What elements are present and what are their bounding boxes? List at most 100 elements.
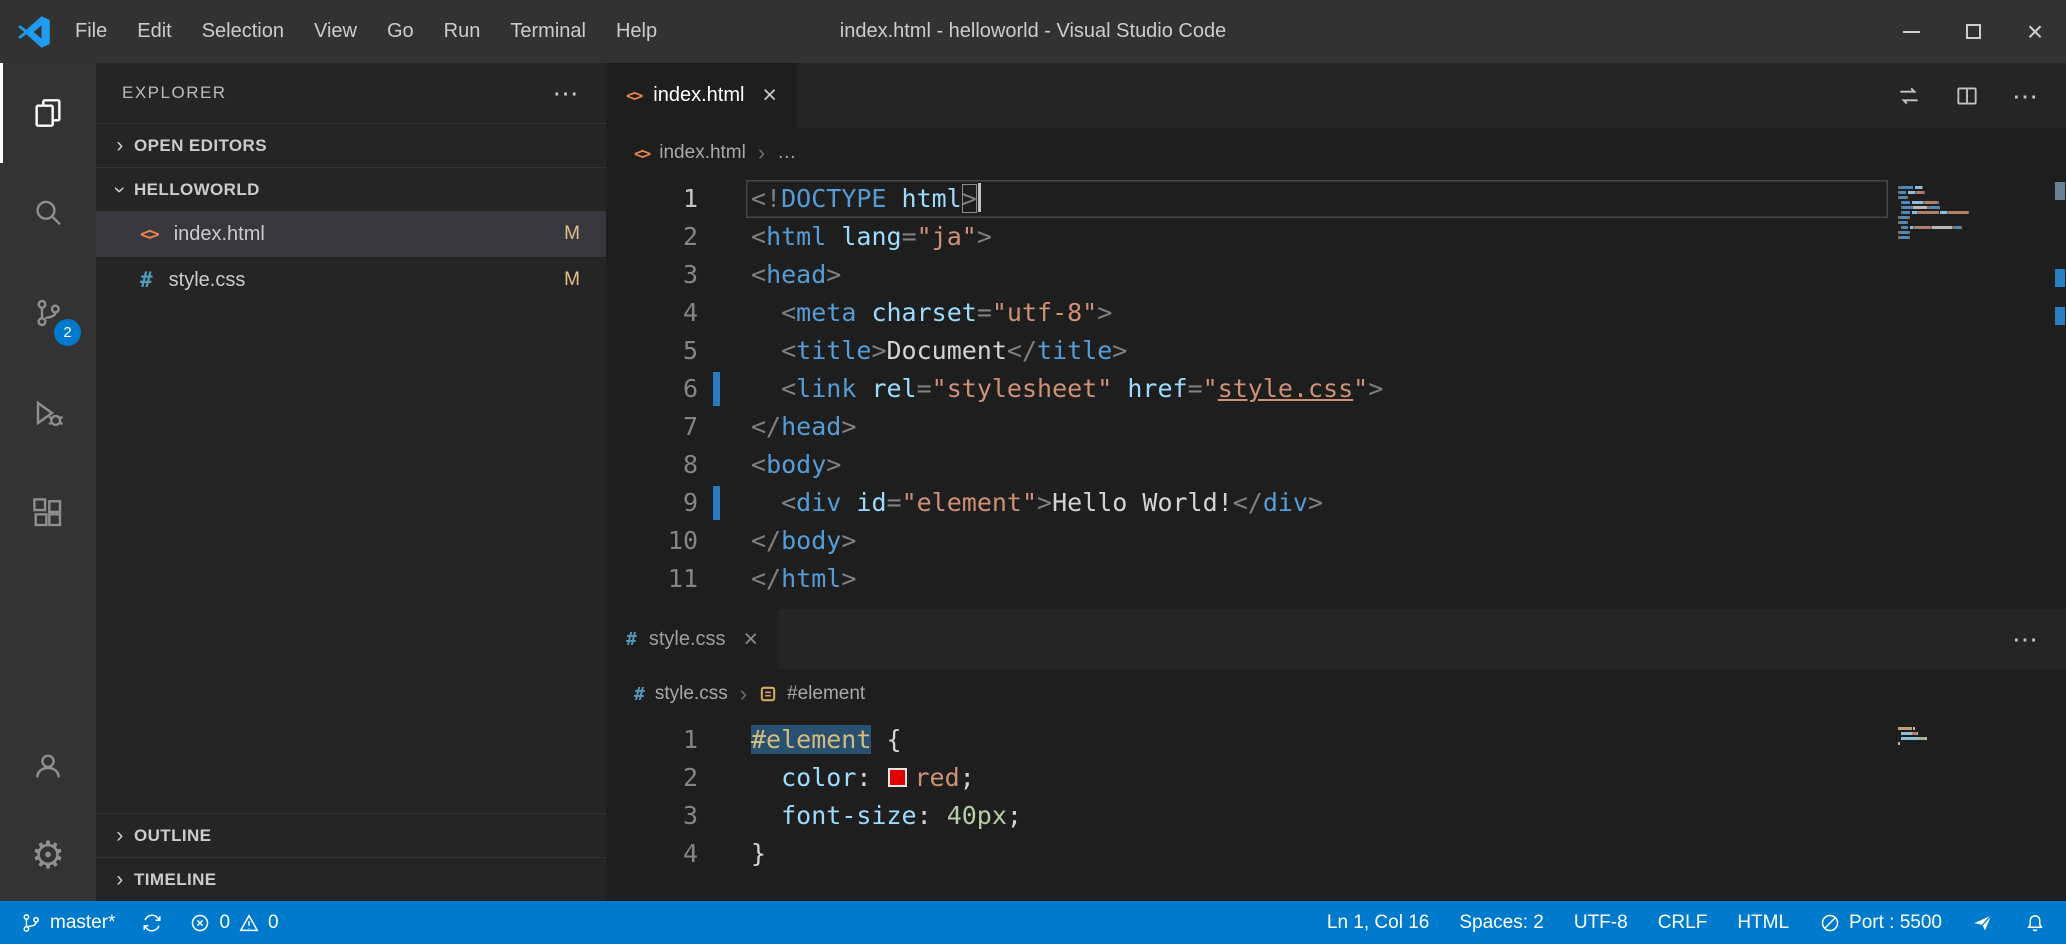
git-modified-badge: M bbox=[564, 223, 580, 245]
activity-settings[interactable]: ⚙ bbox=[0, 811, 96, 901]
breadcrumb-file[interactable]: style.css bbox=[655, 683, 728, 705]
maximize-icon bbox=[1966, 24, 1981, 39]
cursor-position[interactable]: Ln 1, Col 16 bbox=[1327, 912, 1429, 934]
code-line[interactable]: 4} bbox=[606, 835, 2066, 873]
editor-area: <> index.html × ⋯ <> bbox=[606, 63, 2066, 901]
menu-view[interactable]: View bbox=[299, 0, 372, 63]
feedback-button[interactable] bbox=[1972, 912, 1994, 934]
more-actions-icon[interactable]: ⋯ bbox=[2012, 83, 2038, 109]
code-line[interactable]: 9 <div id="element">Hello World!</div> bbox=[606, 484, 2066, 522]
activity-search[interactable] bbox=[0, 163, 96, 263]
color-swatch bbox=[888, 768, 907, 787]
breadcrumb-tail[interactable]: … bbox=[777, 142, 796, 164]
editor-actions: ⋯ bbox=[1896, 63, 2066, 128]
code-editor-html[interactable]: 1<!DOCTYPE html>2<html lang="ja">3<head>… bbox=[606, 178, 2066, 609]
window-controls: × bbox=[1880, 0, 2066, 63]
folder-section[interactable]: HELLOWORLD bbox=[96, 167, 606, 211]
error-count: 0 bbox=[219, 912, 230, 934]
indentation-indicator[interactable]: Spaces: 2 bbox=[1459, 912, 1544, 934]
branch-name: master* bbox=[50, 912, 115, 934]
problems-indicator[interactable]: 0 0 bbox=[189, 912, 278, 934]
code-line[interactable]: 7</head> bbox=[606, 408, 2066, 446]
activity-explorer[interactable] bbox=[0, 63, 96, 163]
outline-section[interactable]: OUTLINE bbox=[96, 813, 606, 857]
code-lines[interactable]: 1<!DOCTYPE html>2<html lang="ja">3<head>… bbox=[606, 178, 2066, 598]
branch-indicator[interactable]: master* bbox=[20, 912, 115, 934]
split-editor-icon[interactable] bbox=[1954, 83, 1980, 109]
close-icon: × bbox=[2027, 16, 2043, 48]
tab-bar: # style.css × ⋯ bbox=[606, 609, 2066, 669]
menu-edit[interactable]: Edit bbox=[122, 0, 186, 63]
code-lines[interactable]: 1#element {2 color: red;3 font-size: 40p… bbox=[606, 719, 2066, 873]
html-file-icon: <> bbox=[634, 144, 649, 163]
activity-extensions[interactable] bbox=[0, 463, 96, 563]
code-line[interactable]: 5 <title>Document</title> bbox=[606, 332, 2066, 370]
menu-bar: File Edit Selection View Go Run Terminal… bbox=[60, 0, 672, 63]
code-line[interactable]: 1#element { bbox=[606, 721, 2066, 759]
tab-index-html[interactable]: <> index.html × bbox=[606, 63, 797, 128]
open-editors-section[interactable]: OPEN EDITORS bbox=[96, 123, 606, 167]
minimap[interactable] bbox=[1898, 186, 2048, 241]
explorer-more-actions-icon[interactable]: ⋯ bbox=[553, 78, 581, 109]
tab-close-icon[interactable]: × bbox=[744, 627, 759, 652]
menu-terminal[interactable]: Terminal bbox=[495, 0, 601, 63]
tab-close-icon[interactable]: × bbox=[762, 83, 777, 108]
close-button[interactable]: × bbox=[2004, 0, 2066, 63]
eol-indicator[interactable]: CRLF bbox=[1658, 912, 1708, 934]
tab-label: style.css bbox=[649, 628, 726, 651]
breadcrumb-symbol[interactable]: #element bbox=[787, 683, 865, 705]
file-item-index-html[interactable]: <> index.html M bbox=[96, 211, 606, 257]
notifications-button[interactable] bbox=[2024, 912, 2046, 934]
chevron-right-icon: › bbox=[740, 681, 747, 707]
chevron-down-icon bbox=[106, 178, 134, 202]
code-line[interactable]: 1<!DOCTYPE html> bbox=[606, 180, 2066, 218]
code-line[interactable]: 3<head> bbox=[606, 256, 2066, 294]
css-file-icon: # bbox=[634, 684, 645, 705]
menu-go[interactable]: Go bbox=[372, 0, 429, 63]
menu-help[interactable]: Help bbox=[601, 0, 672, 63]
menu-run[interactable]: Run bbox=[429, 0, 496, 63]
code-line[interactable]: 4 <meta charset="utf-8"> bbox=[606, 294, 2066, 332]
status-right: Ln 1, Col 16 Spaces: 2 UTF-8 CRLF HTML P… bbox=[1327, 912, 2046, 934]
code-editor-css[interactable]: 1#element {2 color: red;3 font-size: 40p… bbox=[606, 719, 2066, 901]
tab-style-css[interactable]: # style.css × bbox=[606, 609, 778, 669]
activity-accounts[interactable] bbox=[0, 721, 96, 811]
language-mode[interactable]: HTML bbox=[1737, 912, 1789, 934]
editor-actions: ⋯ bbox=[2012, 609, 2066, 669]
encoding-indicator[interactable]: UTF-8 bbox=[1574, 912, 1628, 934]
vscode-logo-icon bbox=[16, 14, 52, 50]
code-line[interactable]: 11</html> bbox=[606, 560, 2066, 598]
minimap[interactable] bbox=[1898, 727, 2048, 747]
html-file-icon: <> bbox=[626, 86, 641, 105]
open-changes-icon[interactable] bbox=[1896, 83, 1922, 109]
git-modified-badge: M bbox=[564, 269, 580, 291]
code-line[interactable]: 2<html lang="ja"> bbox=[606, 218, 2066, 256]
maximize-button[interactable] bbox=[1942, 0, 2004, 63]
code-line[interactable]: 3 font-size: 40px; bbox=[606, 797, 2066, 835]
live-server-port[interactable]: Port : 5500 bbox=[1819, 912, 1942, 934]
activity-run-debug[interactable] bbox=[0, 363, 96, 463]
tab-bar: <> index.html × ⋯ bbox=[606, 63, 2066, 128]
text-cursor bbox=[978, 183, 981, 212]
menu-file[interactable]: File bbox=[60, 0, 122, 63]
chevron-right-icon: › bbox=[758, 140, 765, 166]
code-line[interactable]: 6 <link rel="stylesheet" href="style.css… bbox=[606, 370, 2066, 408]
sync-icon bbox=[141, 912, 163, 934]
activity-source-control[interactable]: 2 bbox=[0, 263, 96, 363]
sync-button[interactable] bbox=[141, 912, 163, 934]
breadcrumb: <> index.html › … bbox=[606, 128, 2066, 178]
code-line[interactable]: 10</body> bbox=[606, 522, 2066, 560]
outline-label: OUTLINE bbox=[134, 826, 211, 846]
minimize-button[interactable] bbox=[1880, 0, 1942, 63]
breadcrumb-file[interactable]: index.html bbox=[659, 142, 746, 164]
git-branch-icon bbox=[20, 912, 42, 934]
more-actions-icon[interactable]: ⋯ bbox=[2012, 626, 2038, 652]
code-line[interactable]: 2 color: red; bbox=[606, 759, 2066, 797]
timeline-section[interactable]: TIMELINE bbox=[96, 857, 606, 901]
menu-selection[interactable]: Selection bbox=[187, 0, 299, 63]
gear-icon: ⚙ bbox=[31, 837, 65, 875]
code-line[interactable]: 8<body> bbox=[606, 446, 2066, 484]
folder-label: HELLOWORLD bbox=[134, 180, 260, 200]
file-item-style-css[interactable]: # style.css M bbox=[96, 257, 606, 303]
search-icon bbox=[32, 197, 64, 229]
